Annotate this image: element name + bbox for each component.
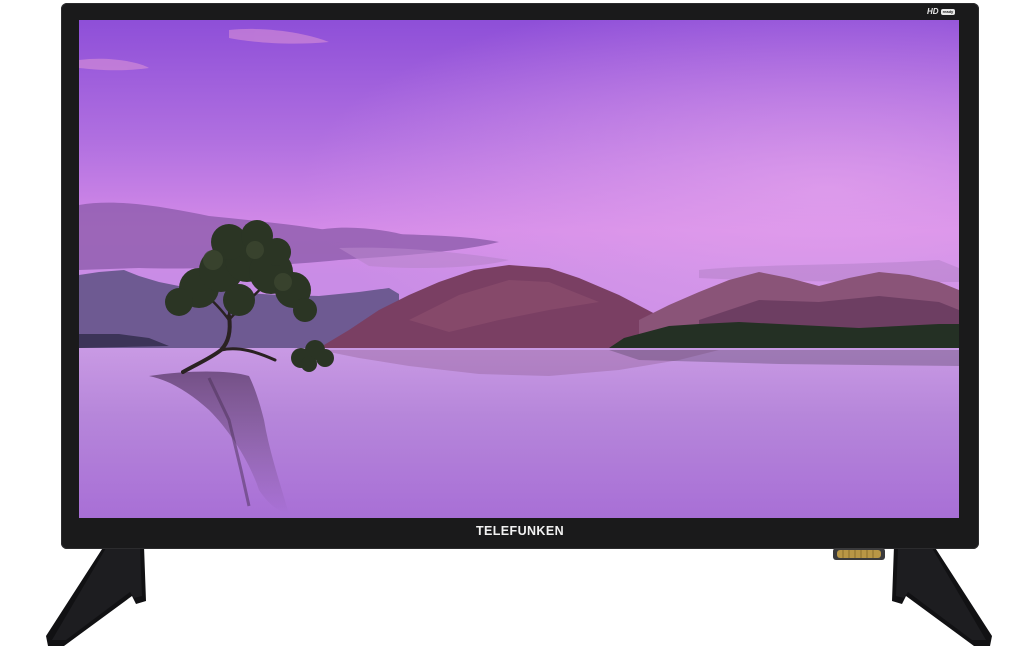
lake-landscape-image xyxy=(79,20,959,518)
antenna-connector-icon xyxy=(833,548,885,560)
right-stand-leg xyxy=(892,546,992,646)
hd-badge-label: HD xyxy=(927,7,939,16)
tv-screen xyxy=(79,20,959,518)
product-photo: HD ready TELEFUNKEN xyxy=(0,0,1035,652)
brand-logo: TELEFUNKEN xyxy=(475,524,565,538)
hd-ready-badge: HD ready xyxy=(927,7,956,17)
hd-badge-ready-label: ready xyxy=(940,9,956,15)
left-stand-leg xyxy=(46,546,146,646)
